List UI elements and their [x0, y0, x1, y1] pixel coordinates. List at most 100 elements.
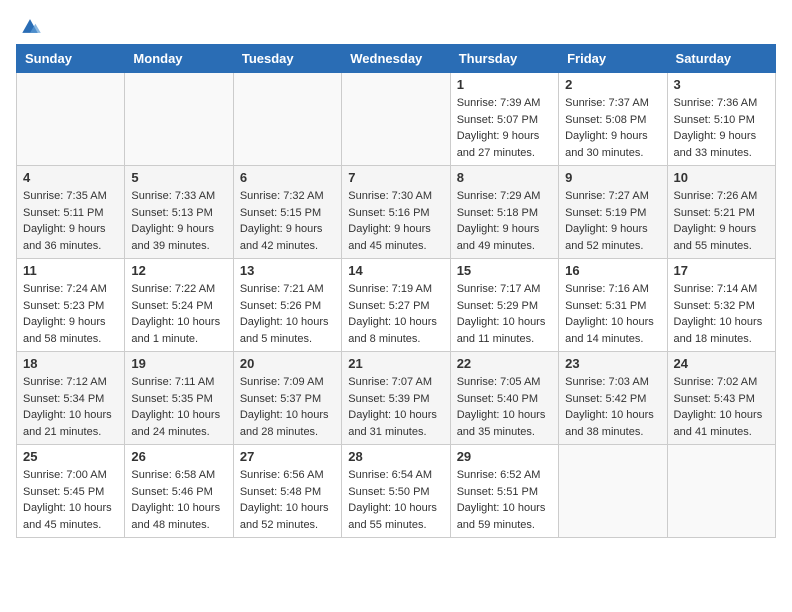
- sunset-label: Sunset: 5:46 PM: [131, 486, 212, 498]
- sunrise-label: Sunrise: 7:29 AM: [457, 190, 541, 202]
- day-number: 7: [348, 170, 443, 185]
- week-row-5: 25 Sunrise: 7:00 AM Sunset: 5:45 PM Dayl…: [17, 445, 776, 538]
- day-info: Sunrise: 7:12 AM Sunset: 5:34 PM Dayligh…: [23, 374, 118, 440]
- day-info: Sunrise: 7:17 AM Sunset: 5:29 PM Dayligh…: [457, 281, 552, 347]
- day-cell: [559, 445, 667, 538]
- sunset-label: Sunset: 5:15 PM: [240, 207, 321, 219]
- day-info: Sunrise: 7:03 AM Sunset: 5:42 PM Dayligh…: [565, 374, 660, 440]
- weekday-header-saturday: Saturday: [667, 45, 775, 73]
- sunrise-label: Sunrise: 7:19 AM: [348, 283, 432, 295]
- week-row-3: 11 Sunrise: 7:24 AM Sunset: 5:23 PM Dayl…: [17, 259, 776, 352]
- day-cell: 27 Sunrise: 6:56 AM Sunset: 5:48 PM Dayl…: [233, 445, 341, 538]
- day-cell: 8 Sunrise: 7:29 AM Sunset: 5:18 PM Dayli…: [450, 166, 558, 259]
- week-row-1: 1 Sunrise: 7:39 AM Sunset: 5:07 PM Dayli…: [17, 73, 776, 166]
- day-number: 22: [457, 356, 552, 371]
- sunset-label: Sunset: 5:10 PM: [674, 114, 755, 126]
- weekday-header-monday: Monday: [125, 45, 233, 73]
- day-cell: 23 Sunrise: 7:03 AM Sunset: 5:42 PM Dayl…: [559, 352, 667, 445]
- day-number: 29: [457, 449, 552, 464]
- day-cell: 26 Sunrise: 6:58 AM Sunset: 5:46 PM Dayl…: [125, 445, 233, 538]
- day-cell: 22 Sunrise: 7:05 AM Sunset: 5:40 PM Dayl…: [450, 352, 558, 445]
- daylight-label: Daylight: 10 hours and 52 minutes.: [240, 502, 329, 531]
- day-cell: 17 Sunrise: 7:14 AM Sunset: 5:32 PM Dayl…: [667, 259, 775, 352]
- day-info: Sunrise: 6:54 AM Sunset: 5:50 PM Dayligh…: [348, 467, 443, 533]
- day-cell: 6 Sunrise: 7:32 AM Sunset: 5:15 PM Dayli…: [233, 166, 341, 259]
- daylight-label: Daylight: 9 hours and 42 minutes.: [240, 223, 323, 252]
- sunset-label: Sunset: 5:19 PM: [565, 207, 646, 219]
- sunset-label: Sunset: 5:21 PM: [674, 207, 755, 219]
- sunrise-label: Sunrise: 7:00 AM: [23, 469, 107, 481]
- day-cell: 18 Sunrise: 7:12 AM Sunset: 5:34 PM Dayl…: [17, 352, 125, 445]
- day-number: 16: [565, 263, 660, 278]
- day-cell: [342, 73, 450, 166]
- sunset-label: Sunset: 5:08 PM: [565, 114, 646, 126]
- daylight-label: Daylight: 10 hours and 35 minutes.: [457, 409, 546, 438]
- day-cell: [667, 445, 775, 538]
- day-cell: 14 Sunrise: 7:19 AM Sunset: 5:27 PM Dayl…: [342, 259, 450, 352]
- day-number: 3: [674, 77, 769, 92]
- daylight-label: Daylight: 9 hours and 36 minutes.: [23, 223, 106, 252]
- day-cell: 20 Sunrise: 7:09 AM Sunset: 5:37 PM Dayl…: [233, 352, 341, 445]
- weekday-header-wednesday: Wednesday: [342, 45, 450, 73]
- day-cell: [233, 73, 341, 166]
- day-cell: 1 Sunrise: 7:39 AM Sunset: 5:07 PM Dayli…: [450, 73, 558, 166]
- sunset-label: Sunset: 5:48 PM: [240, 486, 321, 498]
- weekday-header-row: SundayMondayTuesdayWednesdayThursdayFrid…: [17, 45, 776, 73]
- day-number: 4: [23, 170, 118, 185]
- calendar: SundayMondayTuesdayWednesdayThursdayFrid…: [16, 44, 776, 538]
- week-row-4: 18 Sunrise: 7:12 AM Sunset: 5:34 PM Dayl…: [17, 352, 776, 445]
- day-number: 23: [565, 356, 660, 371]
- sunset-label: Sunset: 5:07 PM: [457, 114, 538, 126]
- sunrise-label: Sunrise: 7:24 AM: [23, 283, 107, 295]
- sunrise-label: Sunrise: 7:32 AM: [240, 190, 324, 202]
- sunset-label: Sunset: 5:40 PM: [457, 393, 538, 405]
- day-cell: 5 Sunrise: 7:33 AM Sunset: 5:13 PM Dayli…: [125, 166, 233, 259]
- day-info: Sunrise: 7:05 AM Sunset: 5:40 PM Dayligh…: [457, 374, 552, 440]
- daylight-label: Daylight: 9 hours and 39 minutes.: [131, 223, 214, 252]
- day-cell: 16 Sunrise: 7:16 AM Sunset: 5:31 PM Dayl…: [559, 259, 667, 352]
- daylight-label: Daylight: 10 hours and 59 minutes.: [457, 502, 546, 531]
- sunrise-label: Sunrise: 7:30 AM: [348, 190, 432, 202]
- day-cell: [125, 73, 233, 166]
- day-info: Sunrise: 7:09 AM Sunset: 5:37 PM Dayligh…: [240, 374, 335, 440]
- daylight-label: Daylight: 10 hours and 24 minutes.: [131, 409, 220, 438]
- day-info: Sunrise: 7:16 AM Sunset: 5:31 PM Dayligh…: [565, 281, 660, 347]
- daylight-label: Daylight: 10 hours and 31 minutes.: [348, 409, 437, 438]
- day-info: Sunrise: 7:22 AM Sunset: 5:24 PM Dayligh…: [131, 281, 226, 347]
- daylight-label: Daylight: 10 hours and 48 minutes.: [131, 502, 220, 531]
- week-row-2: 4 Sunrise: 7:35 AM Sunset: 5:11 PM Dayli…: [17, 166, 776, 259]
- daylight-label: Daylight: 10 hours and 14 minutes.: [565, 316, 654, 345]
- day-cell: 19 Sunrise: 7:11 AM Sunset: 5:35 PM Dayl…: [125, 352, 233, 445]
- sunset-label: Sunset: 5:32 PM: [674, 300, 755, 312]
- day-number: 11: [23, 263, 118, 278]
- day-cell: 28 Sunrise: 6:54 AM Sunset: 5:50 PM Dayl…: [342, 445, 450, 538]
- daylight-label: Daylight: 10 hours and 1 minute.: [131, 316, 220, 345]
- day-info: Sunrise: 7:39 AM Sunset: 5:07 PM Dayligh…: [457, 95, 552, 161]
- day-info: Sunrise: 7:29 AM Sunset: 5:18 PM Dayligh…: [457, 188, 552, 254]
- day-number: 5: [131, 170, 226, 185]
- day-cell: 21 Sunrise: 7:07 AM Sunset: 5:39 PM Dayl…: [342, 352, 450, 445]
- daylight-label: Daylight: 9 hours and 52 minutes.: [565, 223, 648, 252]
- daylight-label: Daylight: 9 hours and 45 minutes.: [348, 223, 431, 252]
- daylight-label: Daylight: 10 hours and 18 minutes.: [674, 316, 763, 345]
- day-info: Sunrise: 7:24 AM Sunset: 5:23 PM Dayligh…: [23, 281, 118, 347]
- sunrise-label: Sunrise: 7:12 AM: [23, 376, 107, 388]
- day-info: Sunrise: 7:11 AM Sunset: 5:35 PM Dayligh…: [131, 374, 226, 440]
- day-cell: 3 Sunrise: 7:36 AM Sunset: 5:10 PM Dayli…: [667, 73, 775, 166]
- day-number: 17: [674, 263, 769, 278]
- sunrise-label: Sunrise: 7:35 AM: [23, 190, 107, 202]
- day-cell: 9 Sunrise: 7:27 AM Sunset: 5:19 PM Dayli…: [559, 166, 667, 259]
- day-info: Sunrise: 7:07 AM Sunset: 5:39 PM Dayligh…: [348, 374, 443, 440]
- day-info: Sunrise: 7:35 AM Sunset: 5:11 PM Dayligh…: [23, 188, 118, 254]
- daylight-label: Daylight: 9 hours and 30 minutes.: [565, 130, 648, 159]
- day-info: Sunrise: 6:56 AM Sunset: 5:48 PM Dayligh…: [240, 467, 335, 533]
- day-info: Sunrise: 7:26 AM Sunset: 5:21 PM Dayligh…: [674, 188, 769, 254]
- weekday-header-sunday: Sunday: [17, 45, 125, 73]
- sunrise-label: Sunrise: 7:39 AM: [457, 97, 541, 109]
- sunset-label: Sunset: 5:35 PM: [131, 393, 212, 405]
- daylight-label: Daylight: 10 hours and 45 minutes.: [23, 502, 112, 531]
- day-cell: [17, 73, 125, 166]
- sunset-label: Sunset: 5:16 PM: [348, 207, 429, 219]
- daylight-label: Daylight: 9 hours and 33 minutes.: [674, 130, 757, 159]
- sunrise-label: Sunrise: 6:52 AM: [457, 469, 541, 481]
